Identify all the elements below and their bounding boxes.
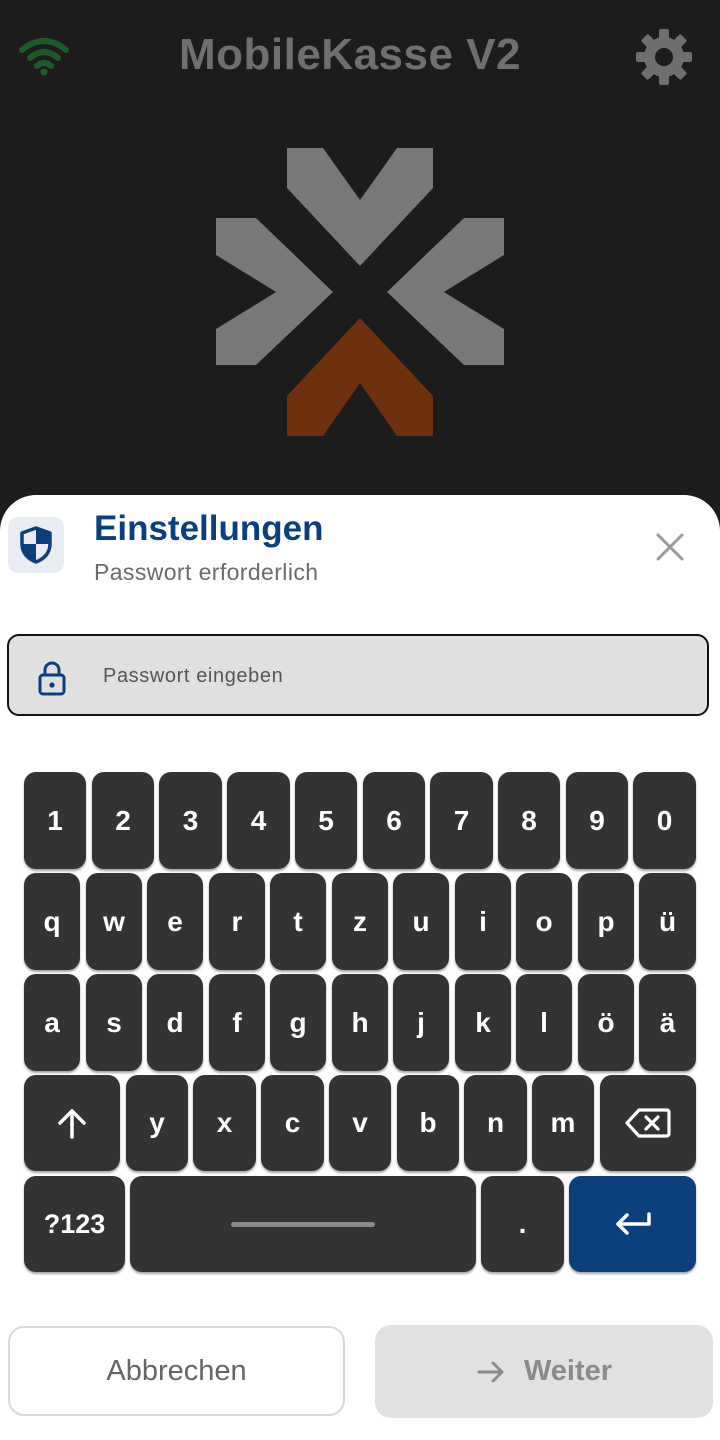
key-z[interactable]: z xyxy=(332,873,388,970)
key-6[interactable]: 6 xyxy=(363,772,425,869)
key-2[interactable]: 2 xyxy=(92,772,154,869)
key-c[interactable]: c xyxy=(261,1075,324,1171)
password-dialog: Einstellungen Passwort erforderlich 1 2 … xyxy=(0,495,720,1440)
key-g[interactable]: g xyxy=(270,974,326,1071)
key-x[interactable]: x xyxy=(193,1075,256,1171)
app-title: MobileKasse V2 xyxy=(178,30,522,79)
key-4[interactable]: 4 xyxy=(227,772,290,869)
key-u[interactable]: u xyxy=(393,873,449,970)
shield-badge xyxy=(8,517,64,573)
key-m[interactable]: m xyxy=(532,1075,594,1171)
period-key[interactable]: . xyxy=(481,1176,564,1272)
key-t[interactable]: t xyxy=(270,873,326,970)
shift-key[interactable] xyxy=(24,1075,120,1171)
key-7[interactable]: 7 xyxy=(430,772,493,869)
key-8[interactable]: 8 xyxy=(498,772,560,869)
app-logo xyxy=(216,148,504,436)
space-bar-indicator xyxy=(231,1221,375,1227)
key-q[interactable]: q xyxy=(24,873,80,970)
key-p[interactable]: p xyxy=(578,873,634,970)
dialog-title: Einstellungen xyxy=(94,509,324,548)
lock-icon xyxy=(38,661,66,696)
key-ae[interactable]: ä xyxy=(639,974,696,1071)
key-w[interactable]: w xyxy=(86,873,142,970)
key-oe[interactable]: ö xyxy=(578,974,634,1071)
enter-key[interactable] xyxy=(569,1176,696,1272)
gear-icon[interactable] xyxy=(634,27,694,87)
top-bar: MobileKasse V2 xyxy=(0,0,720,115)
cancel-button[interactable]: Abbrechen xyxy=(8,1326,345,1416)
key-5[interactable]: 5 xyxy=(295,772,357,869)
key-v[interactable]: v xyxy=(329,1075,391,1171)
key-a[interactable]: a xyxy=(24,974,80,1071)
shield-icon xyxy=(20,526,52,564)
next-button[interactable]: Weiter xyxy=(375,1325,713,1418)
key-e[interactable]: e xyxy=(147,873,203,970)
key-9[interactable]: 9 xyxy=(566,772,628,869)
key-r[interactable]: r xyxy=(209,873,265,970)
dialog-subtitle: Passwort erforderlich xyxy=(94,559,319,585)
key-i[interactable]: i xyxy=(455,873,511,970)
arrow-right-icon xyxy=(477,1361,504,1382)
key-1[interactable]: 1 xyxy=(24,772,86,869)
arrow-up-icon xyxy=(58,1109,86,1139)
key-b[interactable]: b xyxy=(397,1075,459,1171)
space-key[interactable] xyxy=(130,1176,476,1272)
symbols-key[interactable]: ?123 xyxy=(24,1176,125,1272)
key-ue[interactable]: ü xyxy=(639,873,696,970)
key-d[interactable]: d xyxy=(147,974,203,1071)
key-o[interactable]: o xyxy=(516,873,572,970)
backspace-key[interactable] xyxy=(600,1075,696,1171)
key-l[interactable]: l xyxy=(516,974,572,1071)
key-j[interactable]: j xyxy=(393,974,449,1071)
key-k[interactable]: k xyxy=(455,974,511,1071)
backspace-icon xyxy=(625,1108,671,1138)
key-3[interactable]: 3 xyxy=(159,772,222,869)
close-icon[interactable] xyxy=(650,527,690,567)
key-y[interactable]: y xyxy=(126,1075,188,1171)
next-button-label: Weiter xyxy=(523,1355,613,1387)
key-s[interactable]: s xyxy=(86,974,142,1071)
key-f[interactable]: f xyxy=(209,974,265,1071)
key-h[interactable]: h xyxy=(332,974,388,1071)
enter-icon xyxy=(615,1212,651,1235)
password-input[interactable] xyxy=(101,636,695,716)
key-n[interactable]: n xyxy=(464,1075,527,1171)
key-0[interactable]: 0 xyxy=(633,772,696,869)
password-field[interactable] xyxy=(7,634,709,716)
